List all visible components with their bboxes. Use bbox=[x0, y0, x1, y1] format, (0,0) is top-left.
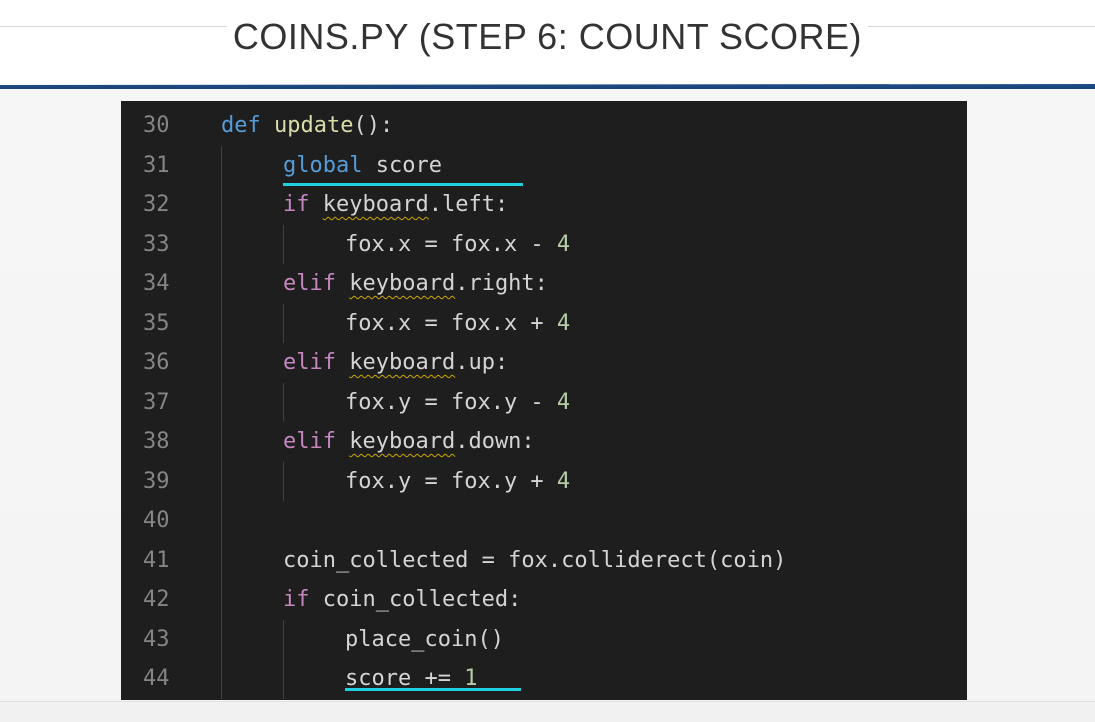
line-code: place_coin() bbox=[345, 620, 504, 660]
code-token: if bbox=[283, 587, 310, 612]
line-code: global score bbox=[283, 146, 442, 186]
code-token: .up: bbox=[455, 350, 509, 375]
code-line: 36 elif keyboard.up: bbox=[121, 343, 967, 383]
code-token: fox.y = fox.y + bbox=[345, 468, 557, 494]
code-line: 31 global score bbox=[121, 146, 967, 186]
code-token: global bbox=[283, 152, 363, 178]
line-number: 37 bbox=[143, 389, 170, 415]
slide-title: COINS.PY (STEP 6: COUNT SCORE) bbox=[0, 16, 1095, 58]
code-line: 41 coin_collected = fox.colliderect(coin) bbox=[121, 541, 967, 581]
line-code: if keyboard.left: bbox=[283, 185, 508, 225]
code-token: keyboard bbox=[349, 429, 456, 454]
code-token: score bbox=[362, 152, 442, 178]
code-token: coin_collected = fox.colliderect(coin) bbox=[283, 547, 787, 573]
code-line: 34 elif keyboard.right: bbox=[121, 264, 967, 304]
line-number: 36 bbox=[143, 350, 170, 375]
code-token: 4 bbox=[556, 468, 571, 494]
code-token: place_coin() bbox=[345, 626, 504, 652]
line-number: 33 bbox=[143, 231, 170, 257]
line-code: def update(): bbox=[221, 106, 393, 146]
line-number: 35 bbox=[143, 310, 170, 336]
code-token: keyboard bbox=[322, 192, 429, 217]
code-line: 44 score += 1 bbox=[121, 659, 967, 699]
code-token: 4 bbox=[556, 231, 571, 257]
code-token: def bbox=[221, 113, 261, 138]
code-token: coin_collected: bbox=[309, 587, 522, 612]
line-number: 39 bbox=[143, 468, 170, 494]
code-line: 38 elif keyboard.down: bbox=[121, 422, 967, 462]
line-number: 31 bbox=[143, 152, 170, 178]
line-code: fox.y = fox.y + 4 bbox=[345, 462, 570, 502]
line-code: fox.x = fox.x - 4 bbox=[345, 225, 570, 265]
code-line: 42 if coin_collected: bbox=[121, 580, 967, 620]
code-line: 40 bbox=[121, 501, 967, 541]
highlight-score-increment bbox=[345, 688, 521, 691]
line-number: 34 bbox=[143, 271, 170, 296]
code-token: keyboard bbox=[349, 271, 456, 296]
line-number: 32 bbox=[143, 192, 170, 217]
code-token: update bbox=[274, 113, 354, 138]
code-token: elif bbox=[283, 271, 336, 296]
line-number: 44 bbox=[143, 666, 170, 691]
code-token: 4 bbox=[556, 310, 571, 336]
code-token: if bbox=[283, 192, 310, 217]
line-number: 42 bbox=[143, 587, 170, 612]
code-token: keyboard bbox=[349, 350, 456, 375]
code-line: 35 fox.x = fox.x + 4 bbox=[121, 304, 967, 344]
line-code: if coin_collected: bbox=[283, 580, 521, 620]
line-code: elif keyboard.down: bbox=[283, 422, 535, 462]
code-token: elif bbox=[283, 350, 336, 375]
line-number: 40 bbox=[143, 508, 170, 533]
line-code: elif keyboard.right: bbox=[283, 264, 548, 304]
slide: COINS.PY (STEP 6: COUNT SCORE) 30 def upd… bbox=[0, 0, 1095, 722]
code-token: fox.x = fox.x - bbox=[345, 231, 557, 257]
code-token: fox.y = fox.y - bbox=[345, 389, 557, 415]
code-token: 4 bbox=[556, 389, 571, 415]
code-token: elif bbox=[283, 429, 336, 454]
line-code: coin_collected = fox.colliderect(coin) bbox=[283, 541, 786, 581]
line-number: 38 bbox=[143, 429, 170, 454]
code-line: 30 def update(): bbox=[121, 106, 967, 146]
slide-footer bbox=[0, 701, 1095, 722]
code-line: 33 fox.x = fox.x - 4 bbox=[121, 225, 967, 265]
code-token: .down: bbox=[455, 429, 535, 454]
line-number: 43 bbox=[143, 626, 170, 652]
code-token: fox.x = fox.x + bbox=[345, 310, 557, 336]
code-token: (): bbox=[353, 113, 394, 138]
highlight-global-score bbox=[283, 183, 523, 186]
line-code: fox.x = fox.x + 4 bbox=[345, 304, 570, 344]
code-line: 39 fox.y = fox.y + 4 bbox=[121, 462, 967, 502]
line-number: 41 bbox=[143, 547, 170, 573]
line-number: 30 bbox=[143, 113, 170, 138]
code-editor: 30 def update(): 31 global score 32 if keyboa… bbox=[121, 101, 967, 700]
code-line: 43 place_coin() bbox=[121, 620, 967, 660]
line-code: score += 1 bbox=[345, 659, 477, 699]
line-code: fox.y = fox.y - 4 bbox=[345, 383, 570, 423]
title-band: COINS.PY (STEP 6: COUNT SCORE) bbox=[0, 0, 1095, 84]
code-line: 37 fox.y = fox.y - 4 bbox=[121, 383, 967, 423]
code-token: .left: bbox=[428, 192, 509, 217]
line-code: elif keyboard.up: bbox=[283, 343, 508, 383]
code-line: 32 if keyboard.left: bbox=[121, 185, 967, 225]
code-token: .right: bbox=[455, 271, 548, 296]
